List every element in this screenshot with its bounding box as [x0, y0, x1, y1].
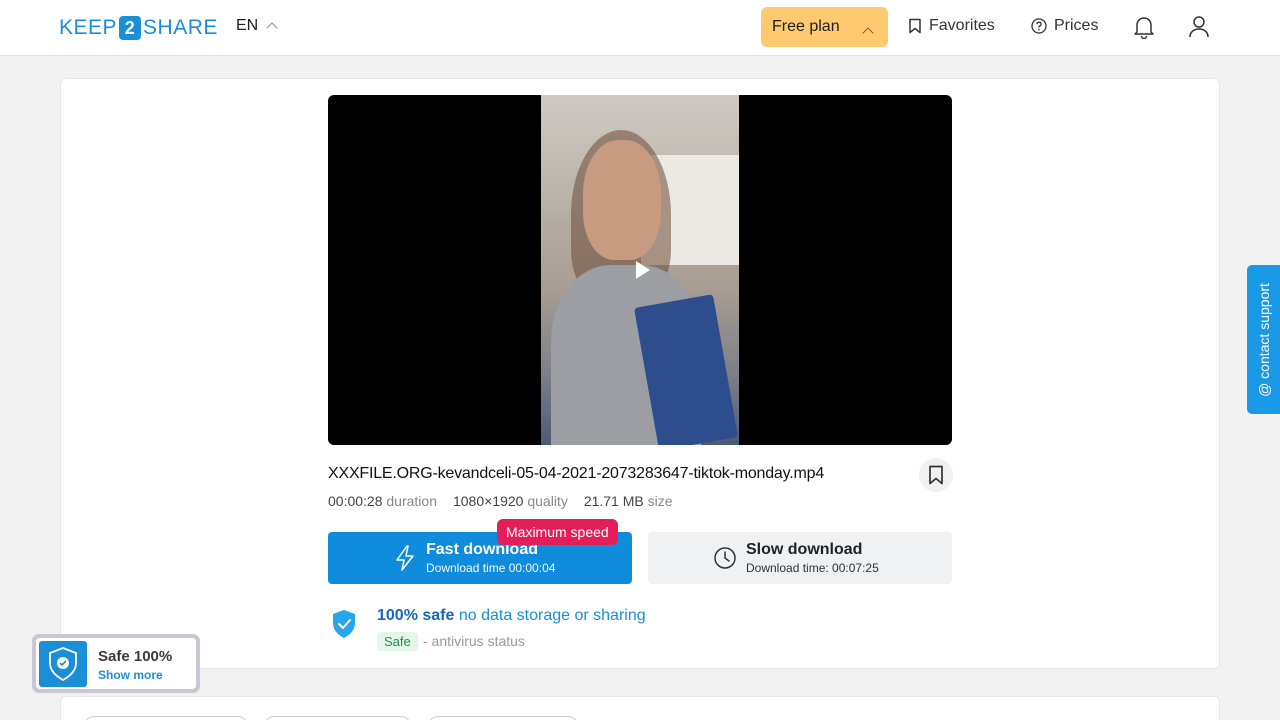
slow-download-time: Download time: 00:07:25 — [746, 561, 879, 575]
antivirus-status-label: - antivirus status — [423, 633, 525, 649]
contact-support-label: @ contact support — [1255, 282, 1272, 397]
chevron-up-icon — [862, 27, 874, 39]
language-label: EN — [236, 17, 259, 34]
prices-label: Prices — [1054, 17, 1099, 34]
plan-label: Free plan — [772, 18, 840, 35]
duration: 00:00:28 duration — [328, 493, 437, 509]
fast-download-time: Download time 00:00:04 — [426, 561, 556, 575]
tab-pill[interactable] — [264, 716, 411, 720]
logo[interactable]: KEEP 2 SHARE — [59, 14, 218, 42]
slow-download-title: Slow download — [746, 541, 863, 558]
shield-check-icon — [333, 610, 355, 638]
play-icon[interactable] — [636, 261, 650, 279]
slow-download-button[interactable]: Slow download Download time: 00:07:25 — [648, 532, 952, 584]
quality: 1080×1920 quality — [452, 493, 568, 509]
top-header: KEEP 2 SHARE EN Free plan Favorites Prices — [0, 0, 1280, 56]
bookmark-icon — [909, 18, 921, 34]
notifications-button[interactable] — [1131, 14, 1157, 40]
maximum-speed-badge: Maximum speed — [497, 519, 618, 545]
free-plan-button[interactable]: Free plan — [761, 7, 888, 47]
antivirus-safe-tag: Safe — [377, 632, 418, 651]
file-name: XXXFILE.ORG-kevandceli-05-04-2021-207328… — [328, 465, 825, 482]
language-selector[interactable]: EN — [236, 17, 278, 35]
shield-check-icon — [39, 641, 87, 687]
safe-widget-title: Safe 100% — [98, 648, 173, 665]
contact-support-tab[interactable]: @ contact support — [1247, 265, 1280, 414]
account-button[interactable] — [1186, 14, 1212, 40]
safety-statement: 100% safe no data storage or sharing — [377, 607, 646, 624]
file-meta: 00:00:28 duration 1080×1920 quality 21.7… — [328, 493, 673, 509]
chevron-up-icon — [266, 22, 278, 34]
favorites-link[interactable]: Favorites — [908, 17, 995, 35]
logo-text-right: SHARE — [143, 16, 218, 39]
clock-icon — [714, 547, 736, 569]
favorites-label: Favorites — [929, 17, 995, 34]
bookmark-icon — [929, 465, 943, 485]
show-more-link[interactable]: Show more — [98, 668, 163, 682]
safe-widget[interactable]: Safe 100% Show more — [32, 634, 200, 693]
tab-pill[interactable] — [84, 716, 248, 720]
add-to-favorites-button[interactable] — [919, 458, 953, 492]
prices-link[interactable]: Prices — [1031, 17, 1098, 35]
tab-pill[interactable] — [428, 716, 578, 720]
logo-text-left: KEEP — [59, 16, 118, 39]
size: 21.71 MB size — [583, 493, 673, 509]
help-circle-icon — [1031, 18, 1047, 34]
video-player[interactable] — [328, 95, 952, 445]
bell-icon — [1134, 17, 1154, 39]
user-icon — [1189, 16, 1209, 38]
logo-number: 2 — [119, 16, 142, 40]
lightning-icon — [396, 545, 414, 571]
